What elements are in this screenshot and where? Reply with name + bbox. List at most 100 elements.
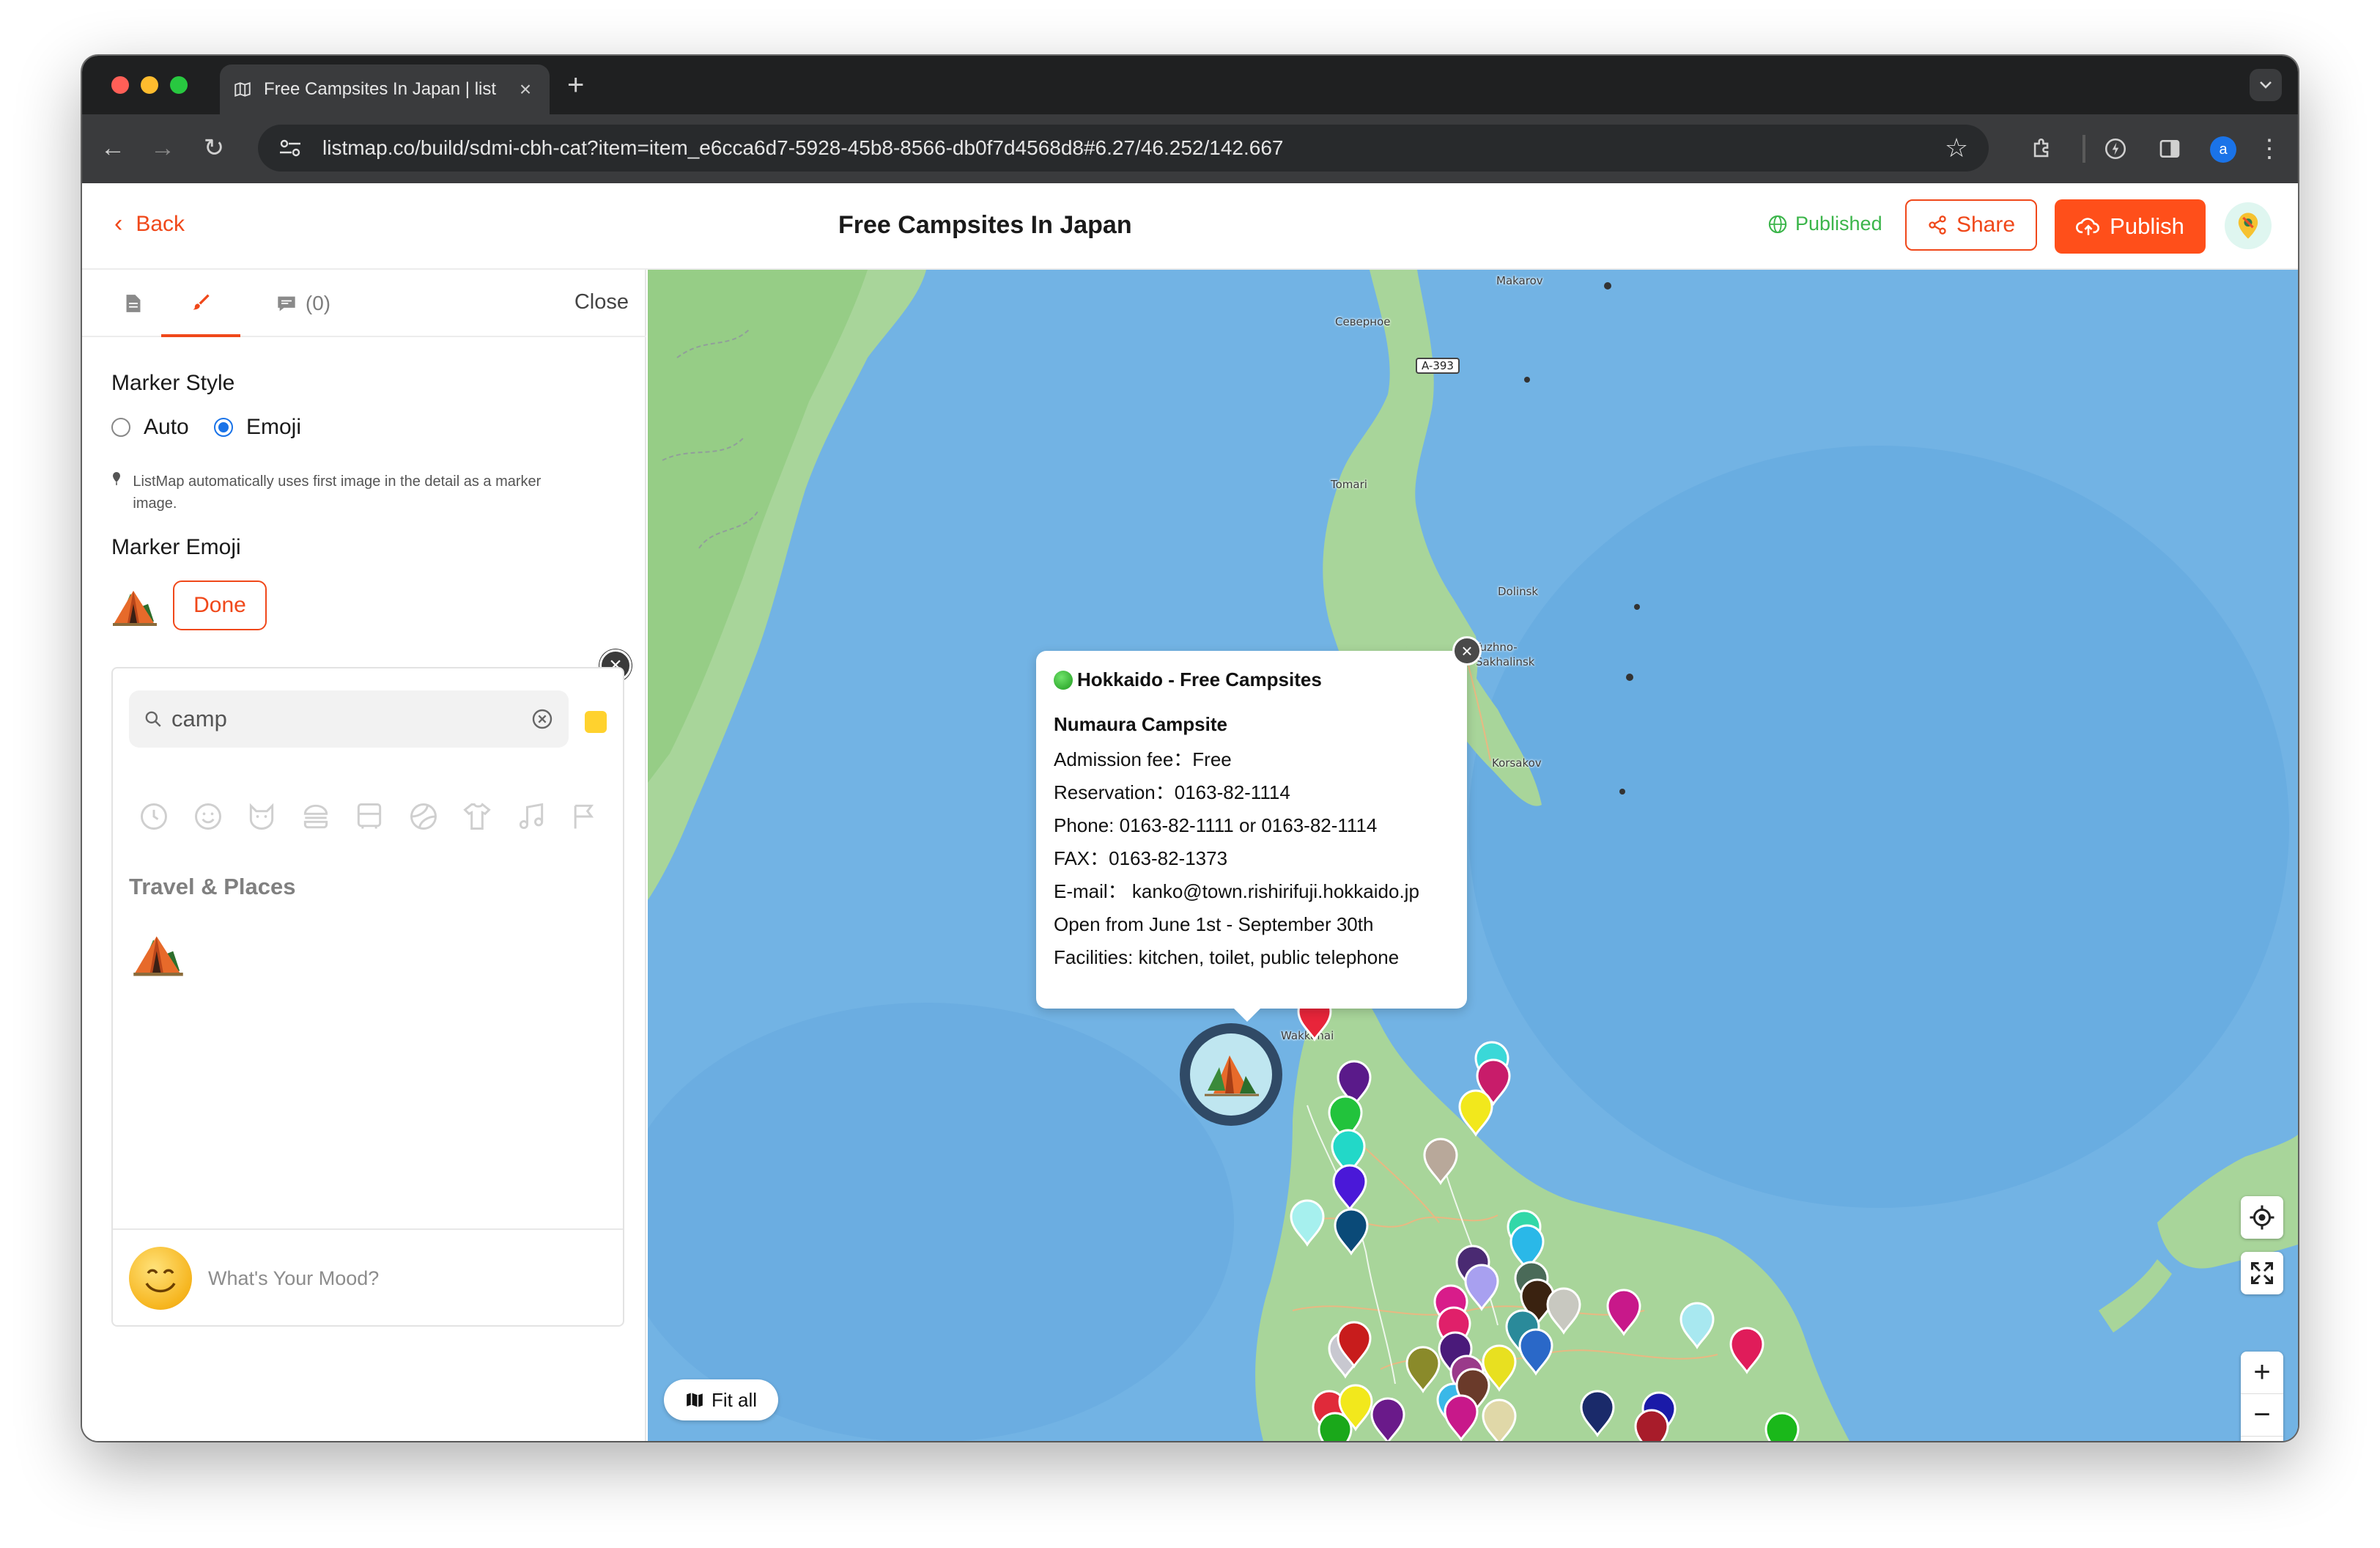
radio-emoji[interactable] [214, 418, 233, 437]
popup-admission-fee: Admission fee：Free [1054, 748, 1232, 770]
radio-auto[interactable] [111, 418, 130, 437]
marker-style-hint: ListMap automatically uses first image i… [111, 471, 580, 515]
clock-icon[interactable] [135, 797, 173, 836]
browser-toolbar: ← → ↻ listmap.co/build/sdmi-cbh-cat?item… [82, 114, 2298, 183]
address-bar[interactable]: listmap.co/build/sdmi-cbh-cat?item=item_… [258, 125, 1989, 172]
campsite-marker[interactable] [1634, 1409, 1669, 1441]
browser-menu-icon[interactable]: ⋮ [2252, 132, 2286, 166]
campsite-marker[interactable] [1405, 1346, 1441, 1393]
burger-icon[interactable] [297, 797, 335, 836]
smiley-icon[interactable] [189, 797, 227, 836]
close-tab-icon[interactable]: × [514, 78, 536, 101]
campsite-marker[interactable] [1679, 1302, 1715, 1349]
publish-button[interactable]: Publish [2055, 199, 2206, 254]
zoom-in-button[interactable]: + [2241, 1352, 2283, 1394]
done-button[interactable]: Done [173, 580, 267, 630]
back-arrow-icon[interactable]: ← [95, 130, 130, 166]
campsite-marker[interactable] [1458, 1089, 1493, 1137]
back-button[interactable]: ‹ Back [114, 210, 185, 238]
marker-emoji-row: Done [111, 580, 267, 630]
music-icon[interactable] [512, 797, 550, 836]
popup-title-text: Hokkaido - Free Campsites [1077, 668, 1322, 690]
campsite-marker[interactable] [1334, 1208, 1369, 1256]
performance-icon[interactable] [2099, 132, 2132, 166]
fit-all-button[interactable]: Fit all [664, 1379, 778, 1420]
pin-icon [111, 471, 133, 515]
site-settings-icon[interactable] [276, 133, 305, 163]
close-window-button[interactable] [111, 76, 129, 94]
clear-search-icon[interactable] [531, 707, 554, 731]
tab-search-button[interactable] [2250, 69, 2282, 101]
map-view[interactable]: Makarov Северное A-393 Tomari Dolinsk Yu… [648, 270, 2298, 1441]
campsite-marker[interactable] [1423, 1138, 1458, 1185]
shirt-icon[interactable] [458, 797, 496, 836]
campsite-marker[interactable] [1318, 1412, 1353, 1441]
reload-icon[interactable]: ↻ [196, 130, 232, 166]
campsite-marker[interactable] [1729, 1327, 1764, 1374]
emoji-category-bar [135, 797, 604, 836]
tent-emoji-result[interactable] [132, 926, 185, 979]
campsite-marker[interactable] [1290, 1199, 1325, 1247]
extensions-icon[interactable] [2025, 132, 2059, 166]
compass-button[interactable] [2241, 1437, 2283, 1441]
listmap-logo-icon[interactable] [2225, 202, 2272, 249]
marker-style-emoji-radio[interactable]: Emoji [214, 415, 301, 440]
bookmark-star-icon[interactable]: ☆ [1942, 133, 1971, 163]
marker-style-auto-radio[interactable]: Auto [111, 415, 189, 440]
marker-style-title: Marker Style [111, 371, 235, 395]
campsite-marker[interactable] [1482, 1398, 1517, 1441]
map-icon [234, 81, 251, 97]
screen: Free Campsites In Japan | list × + ← → ↻… [0, 0, 2380, 1548]
popup-campsite-name: Numaura Campsite [1054, 713, 1227, 735]
minimize-window-button[interactable] [141, 76, 158, 94]
chevron-left-icon: ‹ [114, 210, 123, 237]
ball-icon[interactable] [404, 797, 443, 836]
maximize-window-button[interactable] [170, 76, 188, 94]
close-panel-button[interactable]: Close [574, 290, 629, 314]
locate-me-button[interactable] [2241, 1196, 2283, 1239]
campsite-marker[interactable] [1764, 1412, 1800, 1441]
campsite-marker[interactable] [1370, 1397, 1405, 1441]
smiling-face-emoji-icon [129, 1247, 192, 1310]
close-popup-icon[interactable]: × [1452, 636, 1482, 666]
bus-icon[interactable] [350, 797, 388, 836]
tent-emoji-icon[interactable] [111, 582, 158, 629]
campsite-marker[interactable] [1332, 1164, 1367, 1212]
campsite-marker[interactable] [1464, 1264, 1499, 1311]
hint-text: ListMap automatically uses first image i… [133, 473, 542, 512]
radio-auto-label: Auto [144, 415, 189, 439]
popup-fax: FAX：0163-82-1373 [1054, 847, 1228, 869]
forward-arrow-icon[interactable]: → [145, 130, 180, 166]
zoom-out-button[interactable]: − [2241, 1394, 2283, 1437]
skin-tone-selector[interactable] [585, 711, 607, 733]
tab-comments[interactable]: (0) [252, 270, 355, 337]
campsite-marker[interactable] [1444, 1394, 1479, 1441]
emoji-search-input[interactable]: camp [129, 690, 569, 748]
tab-title: Free Campsites In Japan | list [264, 79, 497, 99]
share-button[interactable]: Share [1905, 199, 2037, 251]
tab-style[interactable] [161, 270, 240, 337]
campsite-marker[interactable] [1546, 1287, 1581, 1335]
fullscreen-icon [2251, 1262, 2273, 1284]
new-tab-button[interactable]: + [567, 69, 584, 102]
profile-avatar[interactable]: a [2210, 136, 2236, 163]
popup-reservation: Reservation：0163-82-1114 [1054, 781, 1290, 803]
share-icon [1929, 215, 1946, 235]
zoom-controls: + − [2241, 1352, 2283, 1441]
campsite-marker[interactable] [1518, 1328, 1553, 1376]
campsite-marker[interactable] [1606, 1289, 1641, 1336]
cat-icon[interactable] [243, 797, 281, 836]
campsite-marker[interactable] [1580, 1390, 1615, 1437]
globe-icon [1768, 215, 1787, 233]
popup-email: E-mail： kanko@town.rishirifuji.hokkaido.… [1054, 880, 1419, 902]
tab-details[interactable] [97, 270, 170, 337]
side-panel-icon[interactable] [2153, 132, 2187, 166]
campsite-popup: Hokkaido - Free Campsites Numaura Campsi… [1036, 651, 1467, 1022]
mood-placeholder: What's Your Mood? [208, 1267, 380, 1289]
mood-preview-bar: What's Your Mood? [113, 1228, 623, 1327]
map-icon [687, 1393, 703, 1407]
document-icon [126, 295, 141, 312]
browser-tab[interactable]: Free Campsites In Japan | list × [220, 64, 550, 114]
fullscreen-button[interactable] [2241, 1252, 2283, 1294]
flag-icon[interactable] [566, 797, 604, 836]
